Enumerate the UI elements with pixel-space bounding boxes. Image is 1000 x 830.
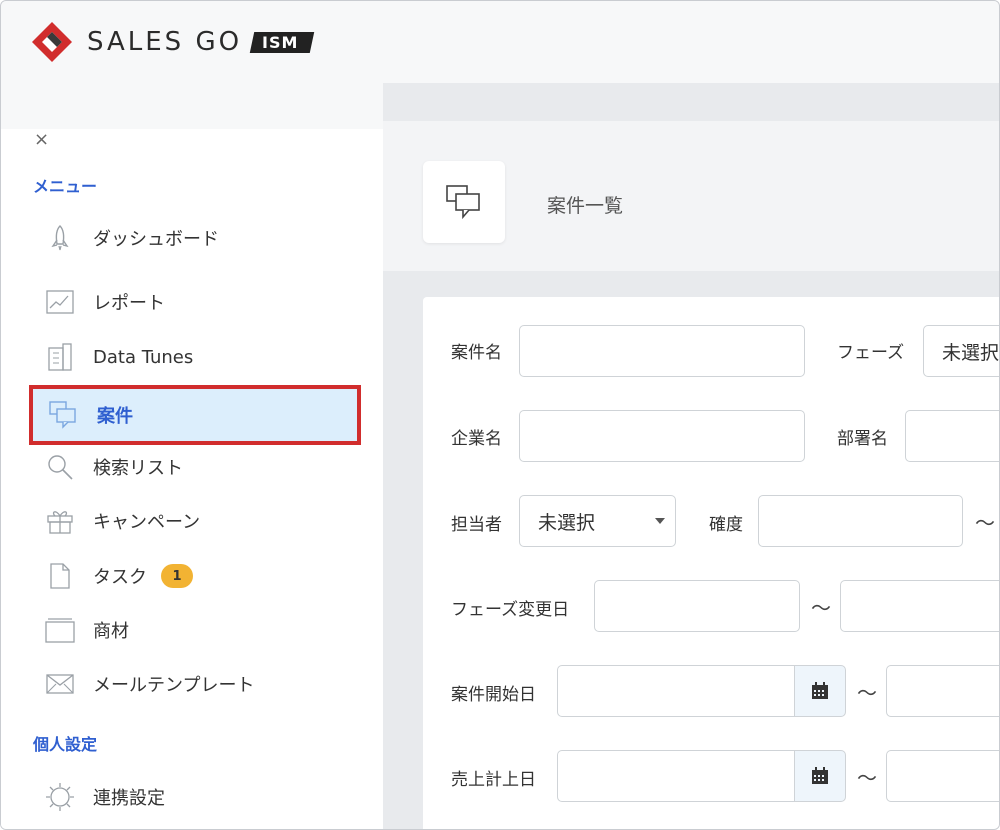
department-input[interactable]	[905, 410, 999, 462]
logo[interactable]: SALES GO ISM	[31, 21, 315, 63]
owner-label: 担当者	[451, 515, 502, 535]
range-separator: 〜	[857, 681, 877, 705]
gear-icon	[45, 782, 75, 812]
sidebar-item-products[interactable]: 商材	[29, 606, 361, 654]
sidebar-item-label: 商材	[93, 621, 129, 642]
company-input[interactable]	[519, 410, 805, 462]
phase-label: フェーズ	[837, 343, 905, 363]
sidebar-item-dashboard[interactable]: ダッシュボード	[29, 214, 361, 262]
task-count-badge: 1	[161, 564, 193, 588]
sidebar-item-search-list[interactable]: 検索リスト	[29, 443, 361, 491]
company-label: 企業名	[451, 429, 502, 449]
sales-date-to-input[interactable]	[886, 750, 999, 802]
range-separator: 〜	[811, 596, 831, 620]
sales-date-from-input[interactable]	[557, 750, 795, 802]
sidebar-item-campaign[interactable]: キャンペーン	[29, 497, 361, 545]
owner-select[interactable]: 未選択	[519, 495, 676, 547]
page-icon-box	[423, 161, 505, 243]
logo-text: SALES GO	[87, 27, 243, 57]
phase-change-date-from-input[interactable]	[594, 580, 800, 632]
start-date-to-input[interactable]	[886, 665, 999, 717]
start-date-calendar-button[interactable]	[794, 665, 846, 717]
department-label: 部署名	[837, 429, 888, 449]
document-icon	[45, 561, 75, 591]
sidebar-item-label: キャンペーン	[93, 512, 201, 533]
sidebar-item-label: ダッシュボード	[93, 229, 219, 250]
sidebar-item-data-tunes[interactable]: Data Tunes	[29, 333, 361, 381]
building-icon	[45, 342, 75, 372]
certainty-label: 確度	[709, 515, 743, 535]
phase-select[interactable]: 未選択	[923, 325, 1000, 377]
personal-settings-section-title: 個人設定	[33, 735, 98, 754]
sales-date-calendar-button[interactable]	[794, 750, 846, 802]
page-header: 案件一覧	[383, 121, 999, 271]
logo-diamond-icon	[32, 22, 72, 62]
range-separator: 〜	[857, 766, 877, 790]
sidebar-item-label: メールテンプレート	[93, 675, 255, 696]
deal-name-input[interactable]	[519, 325, 805, 377]
chevron-down-icon	[655, 518, 665, 524]
sidebar-close-button[interactable]: ×	[34, 129, 49, 150]
phase-change-date-label: フェーズ変更日	[451, 600, 570, 620]
start-date-from-input[interactable]	[557, 665, 795, 717]
sidebar-item-label: Data Tunes	[93, 346, 194, 368]
menu-section-title: メニュー	[33, 177, 98, 196]
search-icon	[45, 452, 75, 482]
sidebar-item-mail-template[interactable]: メールテンプレート	[29, 660, 361, 708]
folder-icon	[45, 615, 75, 645]
owner-select-value: 未選択	[538, 511, 596, 534]
deal-name-label: 案件名	[451, 343, 502, 363]
line-chart-icon	[45, 287, 75, 317]
sidebar-item-label: 連携設定	[93, 788, 165, 809]
sidebar-item-label: レポート	[93, 293, 165, 314]
sidebar-item-deals[interactable]: 案件	[29, 385, 361, 445]
logo-badge: ISM	[249, 31, 315, 53]
sidebar-item-label: 検索リスト	[93, 458, 183, 479]
calendar-icon	[812, 682, 828, 699]
toolbar-strip	[383, 83, 999, 121]
certainty-min-input[interactable]	[758, 495, 963, 547]
phase-change-date-to-input[interactable]	[840, 580, 999, 632]
calendar-icon	[812, 767, 828, 784]
gift-icon	[45, 506, 75, 536]
sidebar-item-task[interactable]: タスク 1	[29, 552, 361, 600]
sales-date-label: 売上計上日	[451, 770, 536, 790]
sidebar-item-label: タスク	[93, 567, 147, 588]
top-header: SALES GO ISM	[1, 1, 999, 83]
page-title: 案件一覧	[547, 195, 624, 217]
chat-bubbles-icon	[49, 400, 79, 430]
app-window: SALES GO ISM × メニュー ダッシュボード レポート Data Tu…	[0, 0, 1000, 830]
chat-bubbles-icon	[446, 185, 480, 220]
envelope-icon	[45, 669, 75, 699]
rocket-icon	[45, 223, 75, 253]
sidebar-item-label: 案件	[97, 406, 133, 427]
sidebar-item-report[interactable]: レポート	[29, 278, 361, 326]
range-separator: 〜	[975, 511, 995, 535]
phase-select-value: 未選択	[942, 341, 1000, 364]
sidebar-item-integration-settings[interactable]: 連携設定	[29, 773, 361, 821]
start-date-label: 案件開始日	[451, 685, 536, 705]
